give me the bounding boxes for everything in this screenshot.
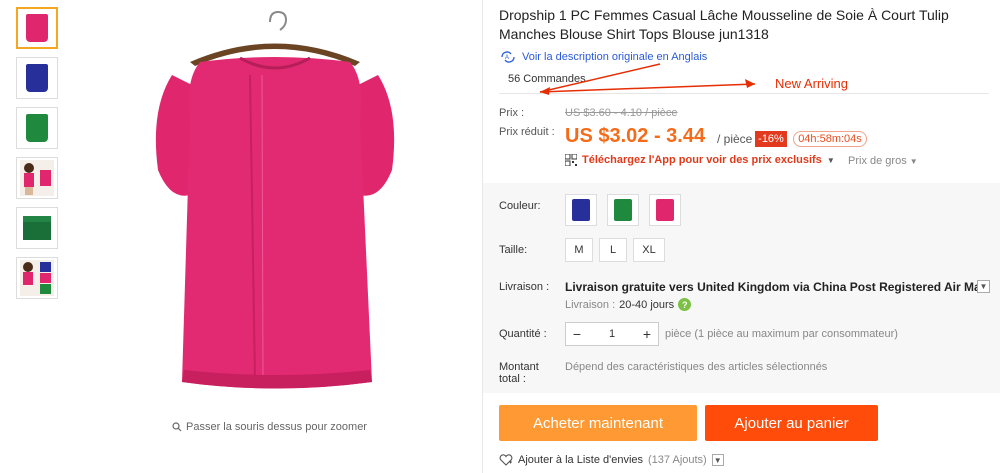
size-option-m[interactable]: M bbox=[565, 238, 593, 262]
per-unit: / pièce bbox=[717, 132, 753, 146]
size-label: Taille: bbox=[499, 244, 528, 256]
total-label: Montant total : bbox=[499, 361, 539, 385]
add-to-cart-button[interactable]: Ajouter au panier bbox=[705, 405, 878, 441]
shipping-free: Livraison gratuite vers bbox=[565, 280, 694, 294]
current-price: US $3.02 - 3.44 bbox=[565, 125, 706, 147]
wholesale-price-link[interactable]: Prix de gros ▼ bbox=[848, 155, 918, 167]
size-option-xl[interactable]: XL bbox=[633, 238, 665, 262]
shipping-dropdown[interactable]: ▼ bbox=[977, 280, 990, 293]
shirt-image bbox=[614, 199, 632, 221]
thumbnail-blue[interactable] bbox=[16, 57, 58, 99]
increase-quantity-button[interactable]: + bbox=[636, 323, 658, 345]
shirt-image bbox=[656, 199, 674, 221]
folded-shirt-image bbox=[23, 216, 51, 240]
wishlist-text: Ajouter à la Liste d'envies bbox=[518, 454, 644, 466]
quantity-note: pièce (1 pièce au maximum par consommate… bbox=[665, 328, 898, 340]
decrease-quantity-button[interactable]: − bbox=[566, 323, 588, 345]
price-label: Prix : bbox=[499, 107, 525, 119]
buy-now-button[interactable]: Acheter maintenant bbox=[499, 405, 697, 441]
color-swatch-green[interactable] bbox=[607, 194, 639, 226]
product-title: Dropship 1 PC Femmes Casual Lâche Mousse… bbox=[499, 7, 949, 42]
size-option-l[interactable]: L bbox=[599, 238, 627, 262]
thumbnail-model-multi[interactable] bbox=[16, 257, 58, 299]
wishlist-count: (137 Ajouts) bbox=[648, 454, 707, 466]
heart-icon bbox=[499, 454, 513, 466]
delivery-days: 20-40 jours bbox=[619, 298, 675, 311]
new-arriving-annotation: New Arriving bbox=[775, 76, 848, 91]
zoom-hint-text: Passer la souris dessus pour zoomer bbox=[186, 421, 367, 433]
help-icon[interactable]: ? bbox=[678, 298, 692, 311]
shipping-info: Livraison gratuite vers United Kingdom v… bbox=[565, 280, 987, 294]
color-swatch-blue[interactable] bbox=[565, 194, 597, 226]
shirt-image bbox=[26, 14, 48, 42]
caret-down-icon: ▼ bbox=[826, 155, 835, 165]
quantity-label: Quantité : bbox=[499, 328, 547, 340]
magnifier-icon bbox=[172, 422, 182, 432]
caret-down-icon: ▼ bbox=[909, 157, 918, 166]
thumbnail-green-folded[interactable] bbox=[16, 207, 58, 249]
wishlist-link[interactable]: Ajouter à la Liste d'envies (137 Ajouts)… bbox=[499, 454, 724, 466]
qr-code-icon bbox=[565, 154, 577, 166]
thumbnail-list bbox=[16, 7, 58, 307]
total-note: Dépend des caractéristiques des articles… bbox=[565, 361, 828, 373]
total-label-line2: total : bbox=[499, 373, 526, 385]
quantity-stepper: − 1 + bbox=[565, 322, 659, 346]
thumbnail-model-pink[interactable] bbox=[16, 157, 58, 199]
thumbnail-green[interactable] bbox=[16, 107, 58, 149]
quantity-value[interactable]: 1 bbox=[588, 328, 636, 340]
color-swatch-pink[interactable] bbox=[649, 194, 681, 226]
wholesale-text: Prix de gros bbox=[848, 155, 907, 167]
main-product-image[interactable] bbox=[90, 0, 460, 410]
old-price: US $3.60 - 4.10 / pièce bbox=[565, 107, 678, 119]
total-label-line1: Montant bbox=[499, 361, 539, 373]
translate-icon: A bbox=[501, 51, 515, 63]
reduced-price-label: Prix réduit : bbox=[499, 126, 555, 138]
countdown-timer: 04h:58m:04s bbox=[793, 131, 867, 147]
shirt-image bbox=[26, 64, 48, 92]
delivery-time: Livraison : 20-40 jours ? bbox=[565, 298, 692, 311]
zoom-hint: Passer la souris dessus pour zoomer bbox=[172, 421, 367, 433]
shipping-route[interactable]: United Kingdom via China Post Registered… bbox=[697, 280, 987, 294]
shipping-label: Livraison : bbox=[499, 281, 550, 293]
annotation-arrows bbox=[540, 63, 756, 95]
svg-text:A: A bbox=[505, 55, 509, 61]
thumbnail-pink[interactable] bbox=[16, 7, 58, 49]
model-multi-image bbox=[20, 260, 54, 296]
app-promo-link[interactable]: Téléchargez l'App pour voir des prix exc… bbox=[565, 154, 835, 166]
discount-badge: -16% bbox=[755, 131, 787, 147]
model-image bbox=[20, 160, 54, 196]
chevron-down-icon[interactable]: ▼ bbox=[711, 454, 724, 466]
shirt-image bbox=[572, 199, 590, 221]
delivery-label: Livraison : bbox=[565, 298, 616, 311]
app-promo-text: Téléchargez l'App pour voir des prix exc… bbox=[582, 154, 822, 166]
color-label: Couleur: bbox=[499, 200, 541, 212]
shirt-image bbox=[26, 114, 48, 142]
